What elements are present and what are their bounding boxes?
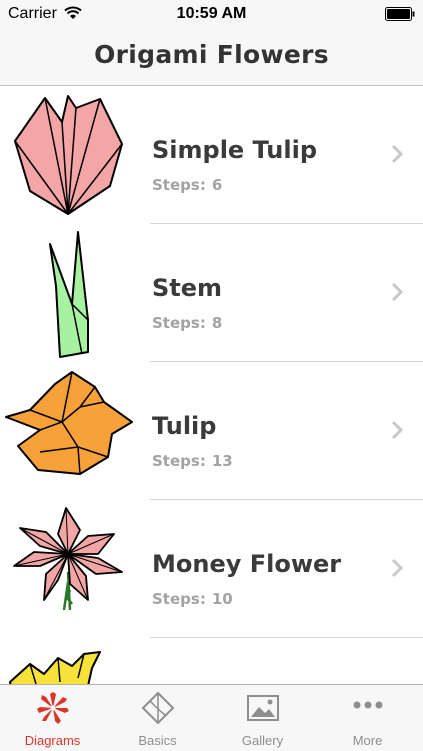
- diagram-title: Simple Tulip: [152, 136, 318, 164]
- list-item[interactable]: Money Flower Steps: 10: [0, 500, 423, 638]
- chevron-right-icon: [391, 282, 403, 302]
- diagram-title: Tulip: [152, 412, 217, 440]
- diagram-steps: Steps: 13: [152, 452, 233, 470]
- list-item[interactable]: [0, 638, 423, 684]
- status-bar: Carrier 10:59 AM: [0, 0, 423, 28]
- tab-basics[interactable]: Basics: [105, 685, 210, 751]
- tab-label: Diagrams: [24, 733, 81, 748]
- page-title: Origami Flowers: [94, 40, 329, 69]
- chevron-right-icon: [391, 558, 403, 578]
- list-item[interactable]: Tulip Steps: 13: [0, 362, 423, 500]
- tab-more[interactable]: More: [315, 685, 420, 751]
- steps-count: 13: [211, 452, 233, 470]
- tab-diagrams[interactable]: Diagrams: [0, 685, 105, 751]
- steps-label: Steps:: [152, 452, 206, 470]
- list-item[interactable]: Stem Steps: 8: [0, 224, 423, 362]
- navigation-bar: Origami Flowers: [0, 28, 423, 86]
- tab-label: Basics: [138, 733, 177, 748]
- tab-label: Gallery: [241, 733, 284, 748]
- battery-icon: [385, 7, 415, 21]
- more-dots-icon: [353, 701, 383, 709]
- simple-tulip-thumbnail: [14, 95, 123, 215]
- steps-label: Steps:: [152, 590, 206, 608]
- tab-bar: Diagrams Basics Gallery More: [0, 684, 423, 751]
- steps-count: 6: [211, 176, 223, 194]
- clock: 10:59 AM: [176, 5, 247, 22]
- tab-gallery[interactable]: Gallery: [210, 685, 315, 751]
- tulip-thumbnail: [5, 371, 133, 475]
- yellow-flower-thumbnail: [9, 651, 101, 684]
- tab-label: More: [352, 733, 383, 748]
- chevron-right-icon: [391, 420, 403, 440]
- picture-icon: [247, 695, 279, 721]
- diagram-list[interactable]: Simple Tulip Steps: 6 Stem Steps: 8 Tulip: [0, 86, 423, 684]
- diagram-steps: Steps: 10: [152, 590, 233, 608]
- steps-label: Steps:: [152, 176, 206, 194]
- diagram-title: Money Flower: [152, 550, 342, 578]
- chevron-right-icon: [391, 144, 403, 164]
- stem-thumbnail: [49, 231, 89, 358]
- poinsettia-icon: [37, 692, 69, 724]
- list-item[interactable]: Simple Tulip Steps: 6: [0, 86, 423, 224]
- origami-square-icon: [141, 691, 175, 725]
- steps-count: 10: [211, 590, 233, 608]
- steps-label: Steps:: [152, 314, 206, 332]
- money-flower-thumbnail: [13, 507, 123, 611]
- diagram-steps: Steps: 6: [152, 176, 222, 194]
- diagram-title: Stem: [152, 274, 223, 302]
- diagram-steps: Steps: 8: [152, 314, 222, 332]
- steps-count: 8: [211, 314, 223, 332]
